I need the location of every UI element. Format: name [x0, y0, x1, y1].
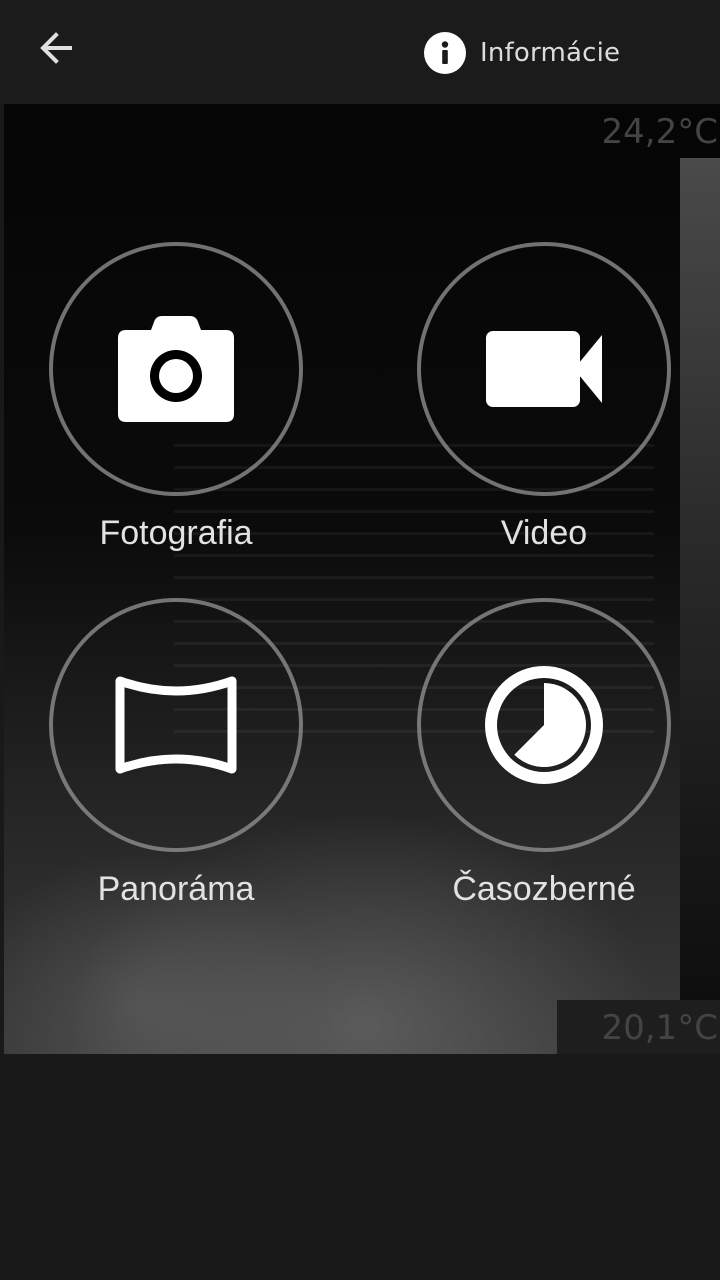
- timelapse-icon: [485, 666, 603, 784]
- min-temperature: 20,1°C: [601, 1008, 718, 1048]
- panorama-icon: [115, 676, 237, 774]
- arrow-left-icon: [40, 32, 72, 64]
- mode-video-ring: [417, 242, 671, 496]
- mode-timelapse-button[interactable]: Časozberné: [414, 598, 674, 909]
- mode-panorama-button[interactable]: Panoráma: [46, 598, 306, 909]
- info-label: Informácie: [480, 38, 621, 68]
- bottom-area: [0, 1054, 720, 1280]
- back-button[interactable]: [30, 22, 82, 74]
- mode-video-button[interactable]: Video: [414, 242, 674, 553]
- mode-photo-ring: [49, 242, 303, 496]
- max-temperature: 24,2°C: [601, 112, 718, 152]
- top-bar: Informácie: [0, 0, 720, 104]
- mode-video-label: Video: [500, 514, 588, 552]
- video-camera-icon: [486, 331, 602, 407]
- camera-icon: [118, 316, 234, 422]
- mode-panorama-ring: [49, 598, 303, 852]
- mode-timelapse-ring: [417, 598, 671, 852]
- info-button[interactable]: Informácie: [424, 30, 620, 76]
- mode-photo-button[interactable]: Fotografia: [46, 242, 306, 553]
- mode-photo-label: Fotografia: [99, 514, 253, 552]
- mode-panorama-label: Panoráma: [97, 870, 255, 908]
- temperature-scale-bar: [680, 158, 720, 1000]
- mode-timelapse-label: Časozberné: [452, 870, 636, 908]
- info-icon: [424, 32, 466, 74]
